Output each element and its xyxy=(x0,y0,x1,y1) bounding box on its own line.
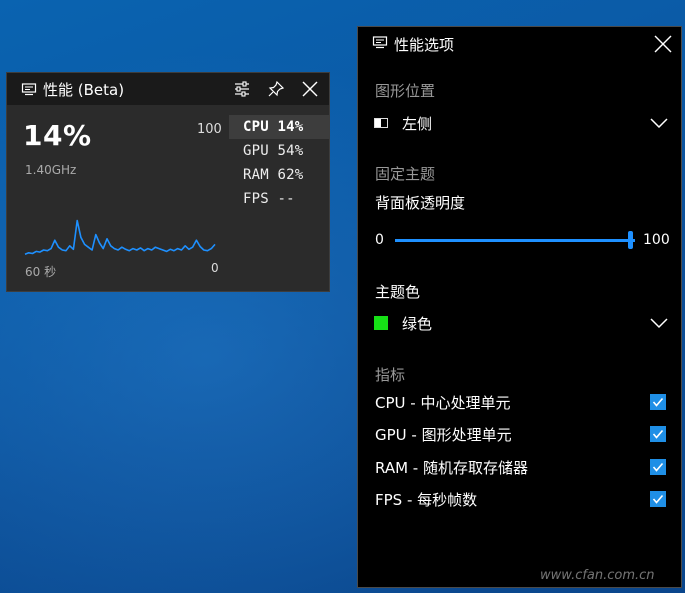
metric-checkbox-fps[interactable]: FPS - 每秒帧数 xyxy=(375,488,669,510)
monitor-icon xyxy=(372,34,388,54)
checkbox-checked-icon[interactable] xyxy=(650,459,666,475)
sparkline-path xyxy=(24,219,216,255)
theme-color-swatch xyxy=(374,316,388,330)
performance-options-panel: 性能选项 图形位置 左侧 固定主题 背面板透明度 0 100 主题色 绿色 指标… xyxy=(357,26,682,588)
position-section-heading: 图形位置 xyxy=(375,82,436,100)
checkbox-checked-icon[interactable] xyxy=(650,394,666,410)
chart-max-label: 100 xyxy=(197,122,222,137)
pin-icon[interactable] xyxy=(265,78,287,100)
cpu-detail-panel: 14% 100 1.40GHz 60 秒 0 xyxy=(23,115,223,285)
chevron-down-icon xyxy=(650,114,668,133)
close-icon[interactable] xyxy=(651,32,675,56)
theme-color-dropdown[interactable]: 绿色 xyxy=(374,311,668,335)
metric-cpu[interactable]: CPU 14% xyxy=(229,115,329,139)
position-dropdown-value: 左侧 xyxy=(402,114,433,133)
opacity-slider-thumb[interactable] xyxy=(628,231,633,249)
theme-color-value: 绿色 xyxy=(402,314,433,333)
position-dropdown[interactable]: 左侧 xyxy=(374,111,668,135)
performance-widget-title: 性能 (Beta) xyxy=(43,80,125,99)
metric-checkbox-gpu[interactable]: GPU - 图形处理单元 xyxy=(375,423,669,445)
metrics-list: CPU 14% GPU 54% RAM 62% FPS -- xyxy=(229,115,329,211)
metric-gpu[interactable]: GPU 54% xyxy=(229,139,329,163)
settings-sliders-icon[interactable] xyxy=(231,78,253,100)
options-header: 性能选项 xyxy=(358,27,681,61)
opacity-min-label: 0 xyxy=(375,232,384,248)
performance-widget-header[interactable]: 性能 (Beta) xyxy=(7,73,329,105)
checkbox-checked-icon[interactable] xyxy=(650,491,666,507)
metrics-section-heading: 指标 xyxy=(375,366,406,384)
performance-widget[interactable]: 性能 (Beta) 14% 100 1.40GHz 60 秒 0 CPU 14%… xyxy=(6,72,330,292)
watermark-text: www.cfan.com.cn xyxy=(540,568,655,583)
cpu-frequency: 1.40GHz xyxy=(25,163,77,177)
cpu-usage-value: 14% xyxy=(23,119,92,152)
position-left-icon xyxy=(374,118,388,128)
monitor-icon xyxy=(21,81,37,97)
metric-checkbox-ram[interactable]: RAM - 随机存取存储器 xyxy=(375,456,669,478)
cpu-usage-sparkline xyxy=(24,219,216,255)
metric-checkbox-label: RAM - 随机存取存储器 xyxy=(375,458,528,477)
metric-checkbox-label: FPS - 每秒帧数 xyxy=(375,490,478,509)
metric-fps[interactable]: FPS -- xyxy=(229,187,329,211)
chevron-down-icon xyxy=(650,314,668,333)
opacity-slider[interactable]: 0 100 xyxy=(375,228,670,252)
opacity-max-label: 100 xyxy=(643,232,670,248)
metric-ram[interactable]: RAM 62% xyxy=(229,163,329,187)
theme-color-label: 主题色 xyxy=(375,283,421,301)
options-title: 性能选项 xyxy=(394,35,455,54)
metric-checkbox-cpu[interactable]: CPU - 中心处理单元 xyxy=(375,391,669,413)
metric-checkbox-label: CPU - 中心处理单元 xyxy=(375,393,511,412)
chart-min-label: 0 xyxy=(211,261,219,275)
opacity-label: 背面板透明度 xyxy=(375,194,466,212)
opacity-slider-track[interactable] xyxy=(395,239,635,242)
checkbox-checked-icon[interactable] xyxy=(650,426,666,442)
close-icon[interactable] xyxy=(299,78,321,100)
chart-time-label: 60 秒 xyxy=(25,265,57,279)
metric-checkbox-label: GPU - 图形处理单元 xyxy=(375,425,512,444)
pin-theme-section-heading: 固定主题 xyxy=(375,165,436,183)
